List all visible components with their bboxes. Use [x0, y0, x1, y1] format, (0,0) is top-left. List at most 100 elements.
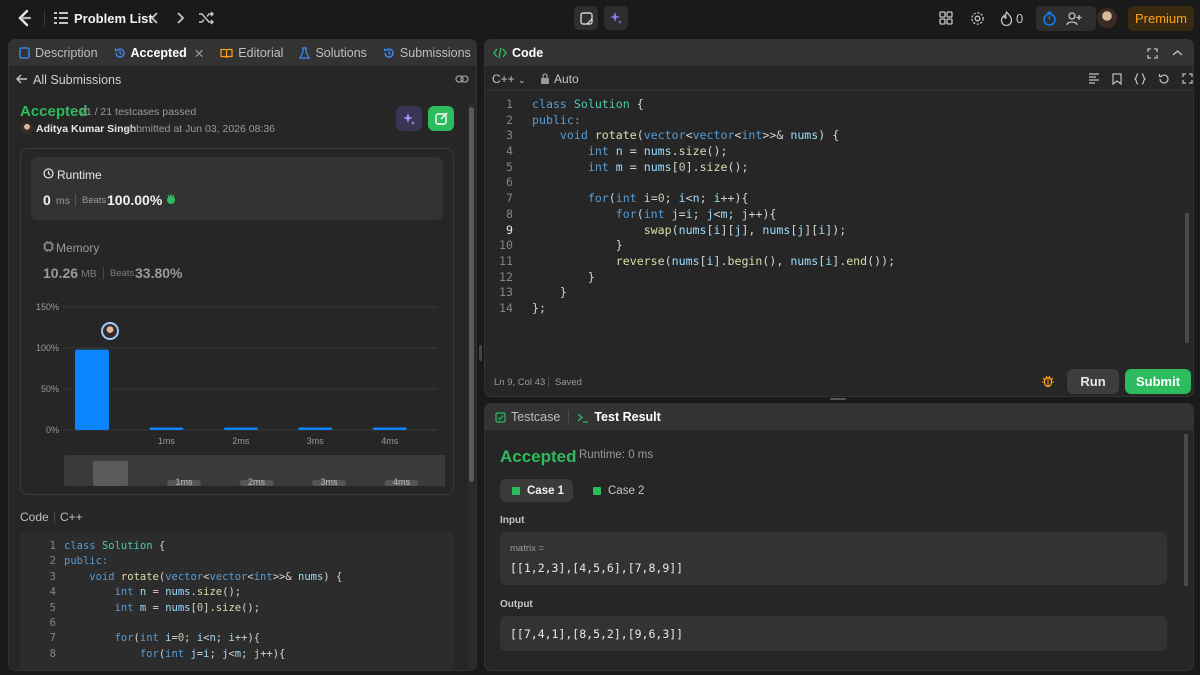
code-line[interactable]: 6: [491, 175, 1181, 191]
layout-icon[interactable]: [939, 11, 953, 25]
code-line[interactable]: 8 for(int j=i; j<m; j++){: [28, 648, 454, 663]
collapse-icon[interactable]: [1172, 48, 1183, 59]
code-editor[interactable]: 1 class Solution {2 public: 3 void rotate(v…: [491, 97, 1181, 327]
code-line[interactable]: 7 for(int i=0; i<n; i++){: [491, 191, 1181, 207]
code-line[interactable]: 9 swap(nums[i][j], nums[j][i]);: [491, 223, 1181, 239]
next-problem-icon[interactable]: [173, 10, 187, 26]
memory-label[interactable]: Memory: [56, 241, 99, 255]
reset-icon[interactable]: [1158, 73, 1170, 85]
code-line[interactable]: 1 class Solution {: [28, 540, 454, 555]
code-line[interactable]: 6: [28, 617, 454, 632]
analyze-ai-button[interactable]: [396, 106, 422, 131]
user-avatar-small: [21, 122, 33, 134]
line-number: 2: [49, 555, 56, 568]
maximize-icon[interactable]: [1147, 47, 1158, 59]
code-line[interactable]: 4 int n = nums.size();: [491, 144, 1181, 160]
shuffle-icon[interactable]: [198, 10, 214, 26]
code-line[interactable]: 11 reverse(nums[i].begin(), nums[i].end(…: [491, 254, 1181, 270]
tab-accepted[interactable]: Accepted ✕: [106, 40, 213, 66]
back-arrow-icon[interactable]: [15, 72, 29, 86]
add-user-icon[interactable]: [1066, 11, 1082, 26]
fullscreen-icon[interactable]: [1182, 73, 1193, 85]
code-line[interactable]: 4 int n = nums.size();: [28, 586, 454, 601]
y-tick-label: 50%: [41, 384, 59, 394]
link-icon[interactable]: [455, 73, 469, 85]
submitted-code-block[interactable]: 1 class Solution {2 public: 3 void rotate(v…: [20, 531, 454, 670]
vertical-resize-handle[interactable]: [479, 345, 482, 361]
runtime-bar[interactable]: [223, 427, 258, 430]
tab-testcase[interactable]: Testcase: [485, 404, 568, 430]
code-text: int n = nums.size();: [587, 144, 728, 159]
pass-dot-icon: [512, 486, 520, 495]
code-text: public:: [64, 555, 109, 568]
code-line[interactable]: 2 public:: [28, 555, 454, 570]
submitter-name[interactable]: Aditya Kumar Singh: [36, 123, 136, 135]
code-line[interactable]: 12 }: [491, 270, 1181, 286]
prev-problem-icon[interactable]: [148, 10, 162, 26]
runtime-bar[interactable]: [149, 427, 184, 430]
format-icon[interactable]: [1088, 73, 1100, 85]
code-line[interactable]: 10 }: [491, 238, 1181, 254]
streak-count: 0: [1016, 11, 1024, 26]
runtime-bar[interactable]: [298, 427, 333, 430]
submit-button[interactable]: Submit: [1125, 369, 1191, 394]
runtime-bar[interactable]: [372, 427, 407, 430]
submitted-at: submitted at Jun 03, 2026 08:36: [125, 123, 276, 135]
language-select[interactable]: C++ ⌄: [492, 72, 526, 86]
line-number: 5: [506, 159, 513, 174]
close-tab-icon[interactable]: ✕: [194, 46, 204, 61]
code-line[interactable]: 2 public:: [491, 113, 1181, 129]
fire-streak-icon[interactable]: [1000, 11, 1013, 26]
debugger-icon[interactable]: [1041, 374, 1055, 388]
code-text: class Solution {: [64, 540, 166, 552]
code-line[interactable]: 3 void rotate(vector<vector<int>>& nums)…: [28, 571, 454, 586]
tab-test-result[interactable]: Test Result: [569, 404, 668, 430]
runtime-bar[interactable]: [75, 349, 109, 430]
y-tick-label: 0%: [46, 425, 59, 435]
code-line[interactable]: 14};: [491, 301, 1181, 317]
saved-status: Saved: [555, 377, 582, 388]
tab-editorial[interactable]: Editorial: [212, 40, 291, 66]
tab-solutions[interactable]: Solutions: [291, 40, 374, 66]
tab-code[interactable]: Code: [485, 40, 551, 66]
case-1-tab[interactable]: Case 1: [500, 479, 573, 502]
premium-button[interactable]: Premium: [1128, 6, 1194, 31]
code-line[interactable]: 3 void rotate(vector<vector<int>>& nums)…: [491, 128, 1181, 144]
result-scrollbar[interactable]: [1182, 432, 1190, 668]
submission-status: Accepted: [20, 103, 88, 120]
brush-label: 3ms: [320, 477, 338, 487]
leetcode-logo[interactable]: [14, 8, 34, 28]
result-tabs: Testcase Test Result: [485, 404, 1193, 430]
runtime-card[interactable]: [31, 157, 443, 220]
left-scrollbar[interactable]: [468, 104, 475, 668]
code-line[interactable]: 13 }: [491, 285, 1181, 301]
auto-mode-label[interactable]: Auto: [554, 72, 579, 86]
line-number: 8: [506, 206, 513, 221]
code-line[interactable]: 5 int m = nums[0].size();: [491, 160, 1181, 176]
notes-icon[interactable]: [574, 6, 598, 30]
run-button[interactable]: Run: [1067, 369, 1119, 394]
case-2-tab[interactable]: Case 2: [583, 479, 644, 502]
write-solution-button[interactable]: [428, 106, 454, 131]
horizontal-resize-handle[interactable]: [830, 398, 846, 400]
code-line[interactable]: 1 class Solution {: [491, 97, 1181, 113]
list-icon[interactable]: [54, 11, 68, 25]
all-submissions-link[interactable]: All Submissions: [33, 73, 121, 87]
code-line[interactable]: 7 for(int i=0; i<n; i++){: [28, 632, 454, 647]
bookmark-icon[interactable]: [1112, 73, 1122, 85]
ai-sparkle-icon[interactable]: [604, 6, 628, 30]
code-text: for(int i=0; i<n; i++){: [114, 632, 261, 645]
tab-description[interactable]: Description: [9, 40, 106, 66]
line-number: 14: [499, 300, 513, 315]
code-line[interactable]: 5 int m = nums[0].size();: [28, 602, 454, 617]
braces-icon[interactable]: [1134, 73, 1146, 85]
editor-scrollbar[interactable]: [1183, 98, 1191, 358]
timer-icon[interactable]: [1042, 11, 1057, 26]
x-tick-label: 1ms: [158, 436, 176, 446]
user-avatar[interactable]: [1097, 8, 1117, 28]
description-icon: [19, 47, 30, 59]
tab-submissions[interactable]: Submissions: [375, 40, 476, 66]
problem-list-link[interactable]: Problem List: [74, 11, 153, 26]
settings-gear-icon[interactable]: [970, 11, 985, 26]
code-line[interactable]: 8 for(int j=i; j<m; j++){: [491, 207, 1181, 223]
